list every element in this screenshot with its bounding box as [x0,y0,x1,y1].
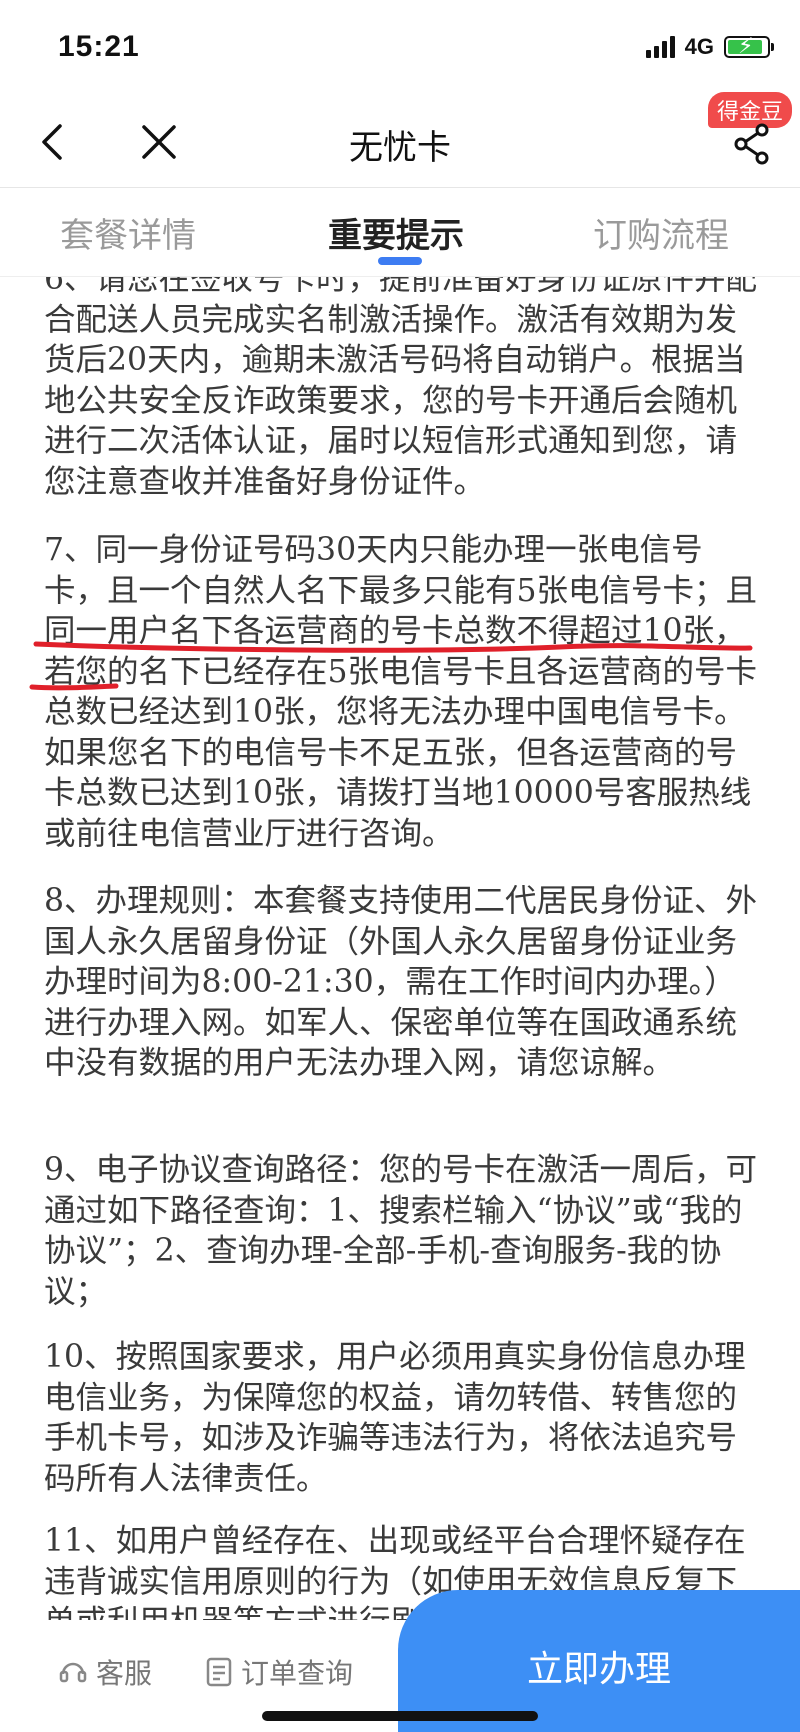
status-time: 15:21 [58,30,140,63]
notice-item-10: 10、按照国家要求，用户必须用真实身份信息办理电信业务，为保障您的权益，请勿转借… [44,1339,746,1497]
tab-indicator [378,257,422,265]
network-type: 4G [684,34,714,59]
notice-item-9: 9、电子协议查询路径：您的号卡在激活一周后，可通过如下路径查询：1、搜索栏输入“… [44,1152,758,1310]
status-bar: 15:21 4G ⚡ [0,0,800,100]
home-indicator [262,1711,538,1721]
customer-service-label: 客服 [96,1657,153,1690]
nav-bar: 无忧卡 得金豆 [0,92,800,188]
tab-important-notice[interactable]: 重要提示 [328,208,464,257]
document-icon [206,1657,232,1687]
order-query-button[interactable]: 订单查询 [205,1652,353,1692]
order-query-label: 订单查询 [241,1657,354,1690]
apply-now-label: 立即办理 [526,1649,671,1690]
battery-icon: ⚡ [724,34,774,59]
headset-icon [59,1662,87,1683]
customer-service-button[interactable]: 客服 [58,1652,152,1692]
notice-content[interactable]: 6、请您在签收号卡时，提前准备好身份证原件并配合配送人员完成实名制激活操作。激活… [0,277,800,1621]
status-icons: 4G ⚡ [645,34,774,60]
tab-package-details[interactable]: 套餐详情 [60,208,196,257]
notice-item-6: 6、请您在签收号卡时，提前准备好身份证原件并配合配送人员完成实名制激活操作。激活… [44,277,758,500]
tab-bar: 套餐详情 重要提示 订购流程 [0,190,800,276]
notice-item-7: 7、同一身份证号码30天内只能办理一张电信号卡，且一个自然人名下最多只能有5张电… [44,532,758,852]
signal-icon [645,36,675,58]
notice-item-8: 8、办理规则：本套餐支持使用二代居民身份证、外国人永久居留身份证（外国人永久居留… [44,883,758,1081]
share-icon[interactable] [730,122,774,166]
tab-order-process[interactable]: 订购流程 [593,208,729,257]
page-title: 无忧卡 [349,128,451,168]
nav-divider [0,187,800,188]
